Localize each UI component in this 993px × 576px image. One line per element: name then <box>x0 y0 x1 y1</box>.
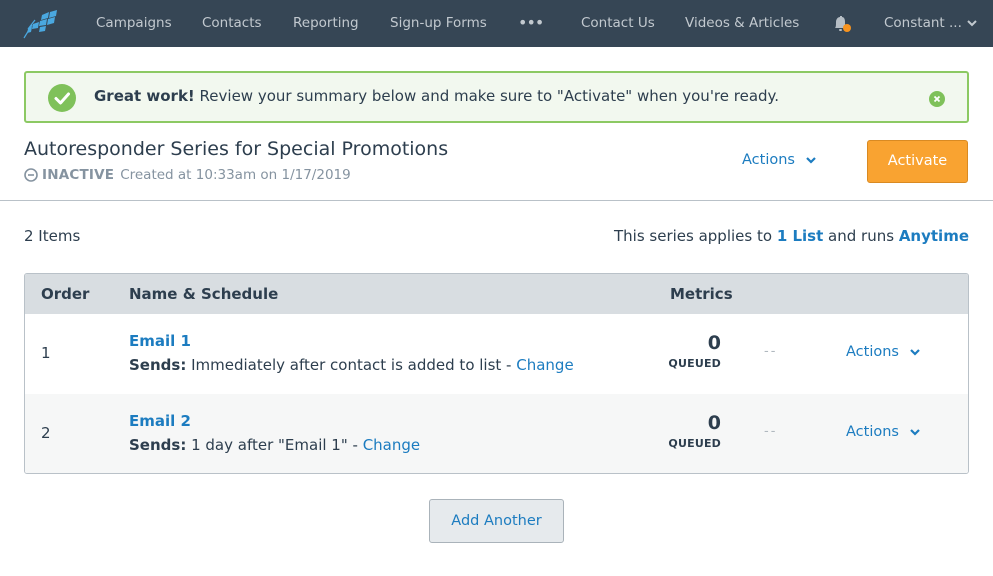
status-line: INACTIVE Created at 10:33am on 1/17/2019 <box>24 167 351 183</box>
nav-videos-articles[interactable]: Videos & Articles <box>685 0 799 47</box>
banner-message: Great work! Review your summary below an… <box>94 87 779 105</box>
list-link[interactable]: 1 List <box>777 227 823 245</box>
queued-count: 0 <box>707 412 721 434</box>
queued-label: QUEUED <box>668 437 721 450</box>
queued-label: QUEUED <box>668 357 721 370</box>
metric-placeholder: -- <box>764 344 778 359</box>
chevron-down-icon <box>910 428 920 436</box>
nav-contacts[interactable]: Contacts <box>202 0 262 47</box>
change-link[interactable]: Change <box>363 436 420 454</box>
divider <box>0 200 993 201</box>
sends-schedule: Sends: Immediately after contact is adde… <box>129 356 574 374</box>
activate-button[interactable]: Activate <box>867 140 968 183</box>
applies-prefix: This series applies to <box>613 227 777 245</box>
row-actions-dropdown[interactable]: Actions <box>846 344 921 360</box>
row-actions-label: Actions <box>846 424 899 440</box>
table-row: 1 Email 1 Sends: Immediately after conta… <box>25 314 968 394</box>
top-nav: Campaigns Contacts Reporting Sign-up For… <box>0 0 993 47</box>
email-name-link[interactable]: Email 1 <box>129 332 191 350</box>
chevron-down-icon[interactable] <box>966 18 978 28</box>
nav-campaigns[interactable]: Campaigns <box>96 0 172 47</box>
email-name-link[interactable]: Email 2 <box>129 412 191 430</box>
chevron-down-icon <box>910 348 920 356</box>
applies-middle: and runs <box>823 227 899 245</box>
schedule-link[interactable]: Anytime <box>899 227 969 245</box>
table-header: Order Name & Schedule Metrics <box>25 274 968 314</box>
close-icon[interactable] <box>929 91 945 107</box>
actions-dropdown[interactable]: Actions <box>742 152 817 168</box>
success-banner: Great work! Review your summary below an… <box>24 71 969 123</box>
series-summary: This series applies to 1 List and runs A… <box>614 227 969 245</box>
actions-label: Actions <box>742 152 795 168</box>
banner-bold: Great work! <box>94 87 195 105</box>
sends-schedule: Sends: 1 day after "Email 1" - Change <box>129 436 420 454</box>
metric-placeholder: -- <box>764 424 778 439</box>
inactive-icon <box>24 168 38 182</box>
row-actions-label: Actions <box>846 344 899 360</box>
nav-reporting[interactable]: Reporting <box>293 0 359 47</box>
account-menu[interactable]: Constant ... <box>884 0 962 47</box>
sends-text: 1 day after "Email 1" - <box>186 436 363 454</box>
nav-signup-forms[interactable]: Sign-up Forms <box>390 0 487 47</box>
add-another-button[interactable]: Add Another <box>429 499 564 543</box>
sends-label: Sends: <box>129 356 187 374</box>
banner-body: Review your summary below and make sure … <box>194 87 780 105</box>
check-circle-icon <box>48 84 76 112</box>
status-badge: INACTIVE <box>42 167 115 183</box>
header-name-schedule: Name & Schedule <box>129 285 279 303</box>
page-title: Autoresponder Series for Special Promoti… <box>24 138 449 160</box>
more-menu-icon[interactable]: ••• <box>518 15 544 31</box>
created-timestamp: Created at 10:33am on 1/17/2019 <box>120 167 351 183</box>
sends-text: Immediately after contact is added to li… <box>186 356 517 374</box>
email-series-table: Order Name & Schedule Metrics 1 Email 1 … <box>24 273 969 474</box>
nav-contact-us[interactable]: Contact Us <box>581 0 655 47</box>
notification-bell-icon[interactable] <box>831 13 853 35</box>
header-metrics: Metrics <box>670 285 733 303</box>
row-order: 1 <box>41 344 51 362</box>
change-link[interactable]: Change <box>516 356 573 374</box>
items-count: 2 Items <box>24 227 81 245</box>
chevron-down-icon <box>806 156 816 164</box>
queued-count: 0 <box>707 332 721 354</box>
row-order: 2 <box>41 424 51 442</box>
table-row: 2 Email 2 Sends: 1 day after "Email 1" -… <box>25 394 968 473</box>
sends-label: Sends: <box>129 436 187 454</box>
row-actions-dropdown[interactable]: Actions <box>846 424 921 440</box>
constant-contact-logo-icon[interactable] <box>22 9 60 39</box>
header-order: Order <box>41 285 90 303</box>
